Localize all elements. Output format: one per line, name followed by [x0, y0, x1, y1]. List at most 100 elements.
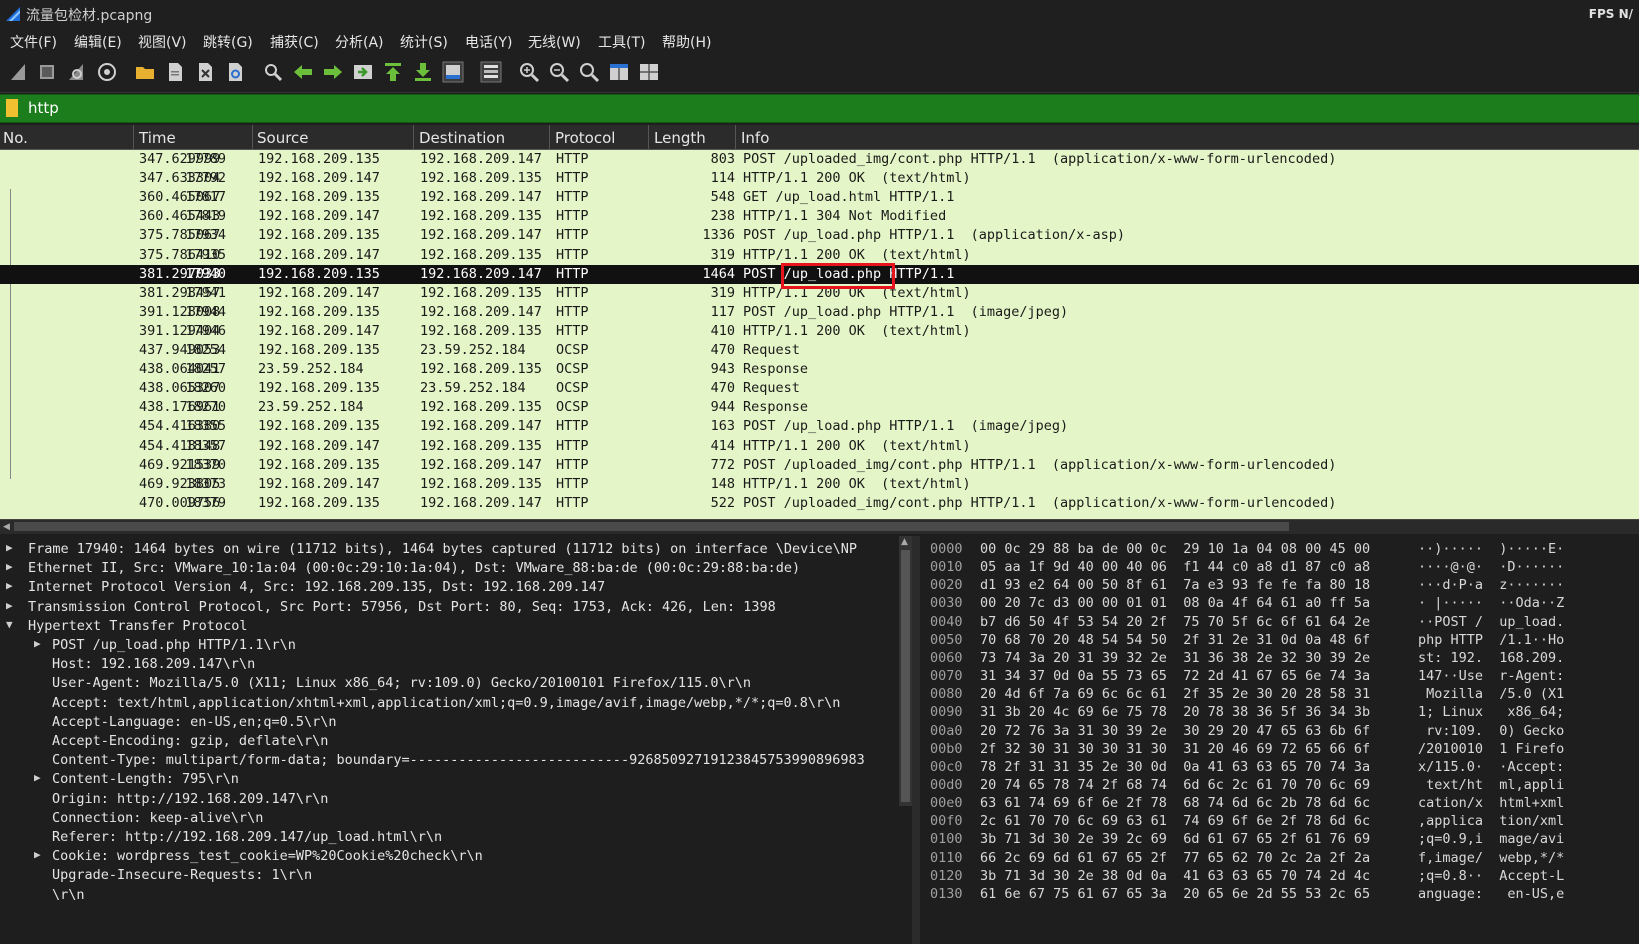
close-file-icon[interactable] — [194, 61, 216, 83]
menu-wireless[interactable]: 无线(W) — [528, 32, 581, 52]
http-header-field[interactable]: ▶ Cookie: wordpress_test_cookie=WP%20Cook… — [34, 848, 483, 867]
bytes-row[interactable]: 0110 66 2c 69 6d 61 67 65 2f 77 65 62 70 … — [920, 850, 1639, 868]
http-header-field[interactable]: Accept-Encoding: gzip, deflate\r\n — [52, 733, 328, 752]
bytes-row[interactable]: 0130 61 6e 67 75 61 67 65 3a 20 65 6e 2d … — [920, 886, 1639, 904]
packet-row[interactable]: 17792 347.633304 192.168.209.147 192.168.20… — [0, 169, 1639, 188]
column-header-time[interactable]: Time — [139, 129, 176, 147]
normal-size-icon[interactable] — [578, 61, 600, 83]
http-header-field[interactable]: Origin: http://192.168.209.147\r\n — [52, 791, 328, 810]
http-header-field[interactable]: Referer: http://192.168.209.147/up_load.… — [52, 829, 442, 848]
menu-telephony[interactable]: 电话(Y) — [465, 32, 512, 52]
expanded-chevron-icon[interactable]: ▼ — [6, 618, 13, 631]
bookmark-icon[interactable] — [6, 99, 18, 117]
http-header-field[interactable]: Connection: keep-alive\r\n — [52, 810, 263, 829]
http-header-field[interactable]: ▶ POST /up_load.php HTTP/1.1\r\n — [34, 637, 296, 656]
bytes-row[interactable]: 00c0 78 2f 31 31 35 2e 30 0d 0a 41 63 63 … — [920, 759, 1639, 777]
packet-row[interactable]: 17935 375.786410 192.168.209.147 192.168.20… — [0, 246, 1639, 265]
http-header-field[interactable]: Accept: text/html,application/xhtml+xml,… — [52, 695, 840, 714]
packet-row[interactable]: 18379 470.009756 192.168.209.135 192.168.20… — [0, 494, 1639, 513]
zoom-out-icon[interactable] — [548, 61, 570, 83]
http-header-field[interactable]: Content-Type: multipart/form-data; bound… — [52, 752, 865, 771]
http-header-field[interactable]: \r\n — [52, 887, 85, 906]
find-packet-icon[interactable] — [262, 61, 284, 83]
column-header-protocol[interactable]: Protocol — [555, 129, 615, 147]
packet-row[interactable]: 18370 469.921539 192.168.209.135 192.168.20… — [0, 456, 1639, 475]
column-header-destination[interactable]: Destination — [419, 129, 505, 147]
column-header-length[interactable]: Length — [654, 129, 706, 147]
bytes-row[interactable]: 0100 3b 71 3d 30 2e 39 2c 69 6d 61 67 65 … — [920, 831, 1639, 849]
menu-go[interactable]: 跳转(G) — [203, 32, 253, 52]
http-header-field[interactable]: ▶ Content-Length: 795\r\n — [34, 771, 239, 790]
details-tree-item[interactable]: ▶ Frame 17940: 1464 bytes on wire (11712 … — [6, 541, 857, 560]
packet-row[interactable]: 18373 469.923805 192.168.209.147 192.168.20… — [0, 475, 1639, 494]
bytes-row[interactable]: 00d0 20 74 65 78 74 2f 68 74 6d 6c 2c 61 … — [920, 777, 1639, 795]
column-header-no[interactable]: No. — [3, 129, 28, 147]
back-arrow-icon[interactable] — [292, 61, 314, 83]
column-header-info[interactable]: Info — [741, 129, 769, 147]
menu-help[interactable]: 帮助(H) — [662, 32, 711, 52]
packet-row[interactable]: 17817 360.465067 192.168.209.135 192.168.20… — [0, 188, 1639, 207]
last-packet-icon[interactable] — [412, 61, 434, 83]
bytes-row[interactable]: 0010 05 aa 1f 9d 40 00 40 06 f1 44 c0 a8 … — [920, 559, 1639, 577]
details-tree-item[interactable]: ▶ Ethernet II, Src: VMware_10:1a:04 (00:0… — [6, 560, 800, 579]
packet-row[interactable]: 17944 391.128008 192.168.209.135 192.168.20… — [0, 303, 1639, 322]
shark-fin-start-icon[interactable] — [8, 61, 30, 83]
details-tree-item[interactable]: ▶ Internet Protocol Version 4, Src: 192.1… — [6, 579, 605, 598]
bytes-row[interactable]: 0060 73 74 3a 20 31 39 32 2e 31 36 38 2e … — [920, 650, 1639, 668]
bytes-row[interactable]: 00b0 2f 32 30 31 30 30 31 30 31 20 46 69 … — [920, 741, 1639, 759]
bytes-row[interactable]: 0090 31 3b 20 4c 69 6e 75 78 20 78 38 36 … — [920, 704, 1639, 722]
packet-row[interactable]: 17789 347.629999 192.168.209.135 192.168.20… — [0, 150, 1639, 169]
http-header-field[interactable]: User-Agent: Mozilla/5.0 (X11; Linux x86_… — [52, 675, 751, 694]
pane-splitter[interactable] — [912, 536, 920, 944]
packet-row[interactable]: 17946 391.129404 192.168.209.147 192.168.20… — [0, 322, 1639, 341]
menu-file[interactable]: 文件(F) — [10, 32, 57, 52]
first-packet-icon[interactable] — [382, 61, 404, 83]
autoscroll-icon[interactable] — [442, 61, 464, 83]
resize-columns-icon[interactable] — [608, 61, 630, 83]
scroll-up-icon[interactable]: ▲ — [901, 537, 908, 547]
packet-row[interactable]: 18254 437.949053 192.168.209.135 23.59.252.… — [0, 341, 1639, 360]
bytes-row[interactable]: 00a0 20 72 76 3a 31 30 39 2e 30 29 20 47 … — [920, 723, 1639, 741]
packet-row[interactable]: 18270 438.176961 23.59.252.184 192.168.209.… — [0, 398, 1639, 417]
options-gear-icon[interactable] — [96, 61, 118, 83]
collapsed-chevron-icon[interactable]: ▶ — [6, 599, 13, 612]
bytes-row[interactable]: 00f0 2c 61 70 70 6c 69 63 61 74 69 6f 6e … — [920, 813, 1639, 831]
stop-icon[interactable] — [36, 61, 58, 83]
bytes-row[interactable]: 0000 00 0c 29 88 ba de 00 0c 29 10 1a 04 … — [920, 541, 1639, 559]
collapsed-chevron-icon[interactable]: ▶ — [34, 848, 41, 861]
go-to-packet-icon[interactable] — [352, 61, 374, 83]
menu-statistics[interactable]: 统计(S) — [400, 32, 448, 52]
menu-tools[interactable]: 工具(T) — [598, 32, 645, 52]
open-folder-icon[interactable] — [134, 61, 156, 83]
packet-row[interactable]: 17934 375.785067 192.168.209.135 192.168.20… — [0, 226, 1639, 245]
packet-row[interactable]: 18355 454.416380 192.168.209.135 192.168.20… — [0, 417, 1639, 436]
packet-list-hscrollbar[interactable]: ◀ — [0, 519, 1639, 534]
bytes-row[interactable]: 0030 00 20 7c d3 00 00 01 01 08 0a 4f 64 … — [920, 595, 1639, 613]
restart-icon[interactable] — [66, 61, 88, 83]
details-vscrollbar[interactable]: ▲ — [899, 536, 912, 806]
collapsed-chevron-icon[interactable]: ▶ — [34, 771, 41, 784]
bytes-row[interactable]: 00e0 63 61 74 69 6f 6e 2f 78 68 74 6d 6c … — [920, 795, 1639, 813]
collapsed-chevron-icon[interactable]: ▶ — [6, 560, 13, 573]
save-file-icon[interactable] — [164, 61, 186, 83]
bytes-row[interactable]: 0120 3b 71 3d 30 2e 38 0d 0a 41 63 63 65 … — [920, 868, 1639, 886]
column-header-source[interactable]: Source — [257, 129, 309, 147]
http-header-field[interactable]: Upgrade-Insecure-Requests: 1\r\n — [52, 867, 312, 886]
forward-arrow-icon[interactable] — [322, 61, 344, 83]
bytes-row[interactable]: 0050 70 68 70 20 48 54 54 50 2f 31 2e 31 … — [920, 632, 1639, 650]
menu-edit[interactable]: 编辑(E) — [74, 32, 122, 52]
scrollbar-thumb[interactable] — [901, 550, 910, 802]
menu-view[interactable]: 视图(V) — [138, 32, 187, 52]
bytes-row[interactable]: 0070 31 34 37 0d 0a 55 73 65 72 2d 41 67 … — [920, 668, 1639, 686]
details-tree-item[interactable]: ▼ Hypertext Transfer Protocol — [6, 618, 247, 637]
bytes-row[interactable]: 0080 20 4d 6f 7a 69 6c 6c 61 2f 35 2e 30 … — [920, 686, 1639, 704]
reload-icon[interactable] — [224, 61, 246, 83]
packet-row[interactable]: 18257 438.064041 23.59.252.184 192.168.209.… — [0, 360, 1639, 379]
colorize-icon[interactable] — [480, 61, 502, 83]
scroll-left-icon[interactable]: ◀ — [3, 522, 10, 532]
scrollbar-thumb[interactable] — [14, 522, 1289, 531]
packet-row[interactable]: 17819 360.465443 192.168.209.147 192.168.20… — [0, 207, 1639, 226]
layout-icon[interactable] — [638, 61, 660, 83]
packet-row[interactable]: 18357 454.418148 192.168.209.147 192.168.20… — [0, 437, 1639, 456]
details-tree-item[interactable]: ▶ Transmission Control Protocol, Src Port… — [6, 599, 776, 618]
